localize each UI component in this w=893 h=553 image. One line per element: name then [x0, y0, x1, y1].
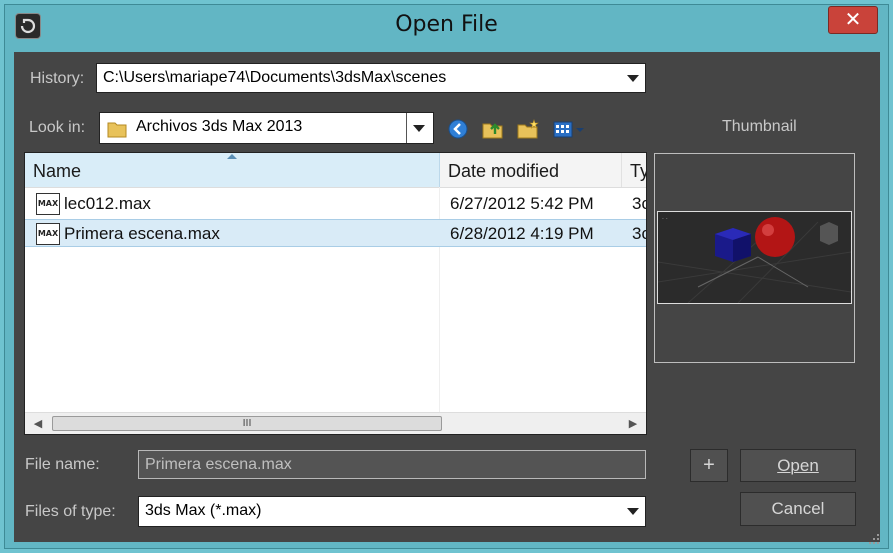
combo-divider: [406, 113, 407, 143]
file-name: Primera escena.max: [64, 224, 220, 243]
file-date: 6/27/2012 5:42 PM: [450, 194, 594, 213]
look-in-combobox[interactable]: Archivos 3ds Max 2013: [99, 112, 434, 144]
sort-ascending-icon: [227, 154, 237, 159]
file-name-input[interactable]: Primera escena.max: [138, 450, 646, 479]
files-of-type-label: Files of type:: [25, 503, 116, 520]
files-of-type-combobox[interactable]: 3ds Max (*.max): [138, 496, 646, 527]
dialog-title: Open File: [395, 12, 498, 37]
file-name-value: Primera escena.max: [145, 456, 292, 473]
chevron-down-icon[interactable]: [627, 508, 639, 515]
scroll-left-icon[interactable]: ◀: [27, 413, 49, 434]
chevron-down-icon[interactable]: [413, 125, 425, 132]
file-name-label: File name:: [25, 456, 100, 473]
file-name: lec012.max: [64, 194, 151, 213]
scene-preview-image: · ·: [657, 211, 852, 304]
up-folder-icon[interactable]: [481, 118, 503, 140]
file-list[interactable]: Name Date modified Ty MAX lec012.max 6/2…: [24, 152, 647, 435]
resize-grip-icon[interactable]: [867, 531, 881, 545]
open-button[interactable]: Open: [740, 449, 856, 482]
cancel-button[interactable]: Cancel: [740, 492, 856, 526]
file-row-selected[interactable]: MAX Primera escena.max 6/28/2012 4:19 PM…: [25, 219, 646, 247]
max-file-icon: MAX: [36, 223, 60, 245]
view-menu-icon[interactable]: [552, 118, 586, 140]
column-header-date-modified[interactable]: Date modified: [440, 153, 622, 187]
back-icon[interactable]: [447, 118, 469, 140]
look-in-value: Archivos 3ds Max 2013: [136, 118, 303, 135]
thumbnail-panel: · ·: [654, 153, 855, 363]
new-folder-icon[interactable]: [516, 118, 539, 140]
file-row[interactable]: MAX lec012.max 6/27/2012 5:42 PM 3c: [25, 190, 646, 218]
file-type: 3c: [632, 224, 646, 243]
history-combobox[interactable]: C:\Users\mariape74\Documents\3dsMax\scen…: [96, 63, 646, 93]
folder-icon: [107, 120, 127, 143]
file-type: 3c: [632, 194, 646, 213]
thumbnail-label: Thumbnail: [722, 118, 797, 135]
column-header-type[interactable]: Ty: [622, 153, 646, 187]
max-file-icon: MAX: [36, 193, 60, 215]
svg-text:· ·: · ·: [662, 216, 668, 223]
horizontal-scrollbar[interactable]: ◀ III ▶: [25, 412, 646, 434]
close-button[interactable]: ✕: [828, 6, 878, 34]
chevron-down-icon[interactable]: [627, 75, 639, 82]
scroll-thumb[interactable]: III: [52, 416, 442, 431]
look-in-label: Look in:: [29, 119, 86, 136]
history-value: C:\Users\mariape74\Documents\3dsMax\scen…: [103, 69, 447, 86]
file-date: 6/28/2012 4:19 PM: [450, 224, 594, 243]
plus-button[interactable]: +: [690, 449, 728, 482]
files-of-type-value: 3ds Max (*.max): [145, 502, 262, 519]
file-list-header: Name Date modified Ty: [25, 153, 646, 188]
scroll-right-icon[interactable]: ▶: [622, 413, 644, 434]
dialog-window: Open File ✕ History: C:\Users\mariape74\…: [0, 0, 893, 553]
history-label: History:: [30, 70, 85, 87]
